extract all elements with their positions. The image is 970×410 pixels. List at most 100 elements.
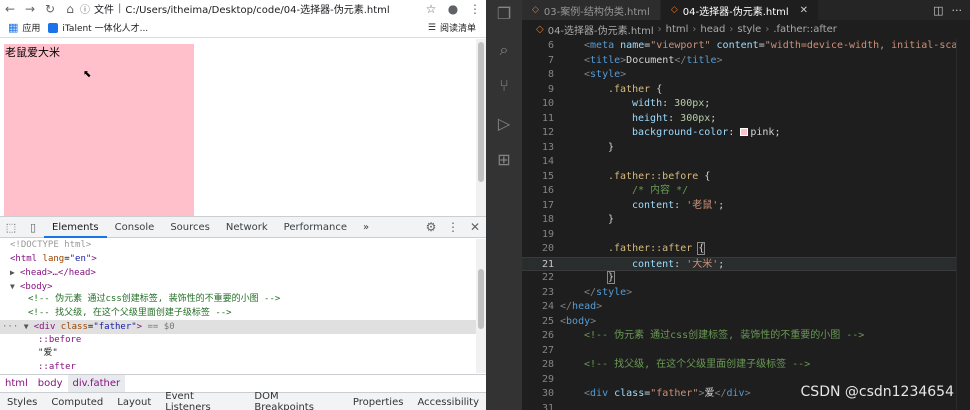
tab-dom-breakpoints[interactable]: DOM Breakpoints [247,391,346,410]
split-editor-icon[interactable]: ◫ [933,4,943,17]
tab-properties[interactable]: Properties [346,397,411,408]
father-content-text: 老鼠爱大米 [5,46,60,59]
code-line[interactable]: 26 <!-- 伪元素 通过css创建标签, 装饰性的不重要的小图 --> [522,329,970,344]
code-line[interactable]: 10 width: 300px; [522,97,970,112]
code-line[interactable]: 13} [522,141,970,156]
menu-kebab-icon[interactable]: ⋮ [464,2,486,16]
bookmark-apps[interactable]: ▦ 应用 [8,21,40,34]
extensions-icon[interactable]: ⊞ [494,150,514,170]
reload-icon[interactable]: ↻ [40,0,60,17]
tab-event-listeners[interactable]: Event Listeners [158,391,247,410]
tab-layout[interactable]: Layout [110,397,158,408]
apps-grid-icon: ▦ [8,21,19,34]
inspect-element-icon[interactable]: ⬚ [0,221,22,234]
dom-line[interactable]: <html lang="en"> [0,253,476,267]
csdn-watermark: CSDN @csdn1234654 [800,384,954,400]
code-line[interactable]: 31 [522,402,970,410]
back-arrow-icon[interactable]: ← [0,0,20,17]
color-swatch[interactable] [740,128,749,136]
code-line[interactable]: 22} [522,271,970,286]
activity-bar: ❐ ⌕ ⑂ ▷ ⊞ [486,0,522,410]
dom-line[interactable]: ::before [0,334,476,348]
code-line[interactable]: 19 [522,228,970,243]
dom-line[interactable]: <!-- 找父级, 在这个父级里面创建子级标签 --> [0,307,476,321]
device-toolbar-icon[interactable]: ▯ [22,221,44,234]
profile-icon[interactable]: ● [442,2,464,16]
breadcrumb-html[interactable]: html [0,375,33,392]
devtools-menu-icon[interactable]: ⋮ [442,220,464,234]
breadcrumb-head-tag[interactable]: head [700,24,725,35]
tab-03-case[interactable]: ◇ 03-案例-结构伪类.html [522,0,661,20]
dom-line-selected[interactable]: ··· ▼ <div class="father"> == $0 [0,320,476,334]
expand-arrow-icon[interactable]: ▶ [10,266,20,280]
bookmark-italent[interactable]: iTalent 一体化人才... [48,21,148,34]
dom-line[interactable]: "爱" [0,347,476,361]
code-line[interactable]: 27 [522,344,970,359]
bookmark-star-icon[interactable]: ☆ [420,2,442,16]
more-actions-icon[interactable]: ··· [952,4,963,17]
forward-arrow-icon[interactable]: → [20,0,40,17]
dom-line[interactable]: <!-- 伪元素 通过css创建标签, 装饰性的不重要的小图 --> [0,293,476,307]
code-line[interactable]: 15 .father::before { [522,170,970,185]
page-viewport: 老鼠爱大米 ⬉ [0,39,486,216]
close-icon[interactable]: ✕ [464,220,486,234]
code-line[interactable]: 17 content: '老鼠'; [522,199,970,214]
code-line[interactable]: 23 </style> [522,286,970,301]
url-field[interactable]: ⓘ 文件 | C:/Users/itheima/Desktop/code/04-… [80,1,420,16]
code-line[interactable]: 11 height: 300px; [522,112,970,127]
tab-accessibility[interactable]: Accessibility [410,397,486,408]
page-scrollbar[interactable] [476,39,486,216]
code-editor[interactable]: 6 <meta name="viewport" content="width=de… [522,39,970,410]
info-icon[interactable]: ⓘ [80,1,90,16]
code-line-current[interactable]: 21 content: '大米'; [522,256,970,271]
code-line[interactable]: 14 [522,155,970,170]
code-line[interactable]: 8 <style> [522,68,970,83]
code-line[interactable]: 16/* 内容 */ [522,184,970,199]
settings-gear-icon[interactable]: ⚙ [420,220,442,234]
breadcrumb-div-father[interactable]: div.father [67,374,126,392]
run-debug-icon[interactable]: ▷ [494,114,514,134]
collapse-arrow-icon[interactable]: ▼ [10,280,20,294]
reading-list-button[interactable]: ☰ 阅读清单 [428,21,476,35]
close-tab-icon[interactable]: ✕ [800,5,808,16]
tab-computed[interactable]: Computed [44,397,110,408]
code-line[interactable]: 12 background-color: pink; [522,126,970,141]
more-tabs-button[interactable]: » [355,217,377,238]
url-scheme-label: 文件 [94,5,114,16]
editor-scrollbar[interactable] [956,39,970,410]
tab-elements[interactable]: Elements [44,217,107,238]
breadcrumb-selector[interactable]: .father::after [773,24,837,35]
tab-sources[interactable]: Sources [162,217,218,238]
code-line[interactable]: 25 <body> [522,315,970,330]
html-file-icon: ◇ [536,24,544,35]
dom-line[interactable]: ▶ <head>…</head> [0,266,476,280]
dom-line[interactable]: ▼ <body> [0,280,476,294]
tab-console[interactable]: Console [107,217,163,238]
dom-line[interactable]: ::after [0,361,476,374]
code-line[interactable]: 20 .father::after { [522,242,970,257]
collapse-arrow-icon[interactable]: ▼ [24,320,34,334]
code-line[interactable]: 18} [522,213,970,228]
home-icon[interactable]: ⌂ [60,0,80,17]
italent-icon [48,22,59,33]
source-control-icon[interactable]: ⑂ [494,76,514,96]
breadcrumb-file[interactable]: 04-选择器-伪元素.html [548,22,654,37]
dom-line[interactable]: <!DOCTYPE html> [0,239,476,253]
code-line[interactable]: 6 <meta name="viewport" content="width=de… [522,39,970,54]
tab-network[interactable]: Network [218,217,276,238]
explorer-files-icon[interactable]: ❐ [494,4,514,24]
search-icon[interactable]: ⌕ [494,40,514,60]
code-line[interactable]: 28 <!-- 找父级, 在这个父级里面创建子级标签 --> [522,358,970,373]
code-line[interactable]: 9 .father { [522,83,970,98]
code-line[interactable]: 7 <title>Document</title> [522,54,970,69]
tab-04-pseudo-element[interactable]: ◇ 04-选择器-伪元素.html ✕ [660,0,820,20]
tab-styles[interactable]: Styles [0,397,44,408]
father-box[interactable]: 老鼠爱大米 ⬉ [4,44,194,216]
breadcrumb-body[interactable]: body [33,375,68,392]
tab-performance[interactable]: Performance [276,217,355,238]
dom-scrollbar[interactable] [476,239,486,373]
breadcrumb-style-tag[interactable]: style [737,24,761,35]
breadcrumb-html-tag[interactable]: html [666,24,689,35]
mouse-cursor-icon: ⬉ [83,69,92,80]
code-line[interactable]: 24 </head> [522,300,970,315]
